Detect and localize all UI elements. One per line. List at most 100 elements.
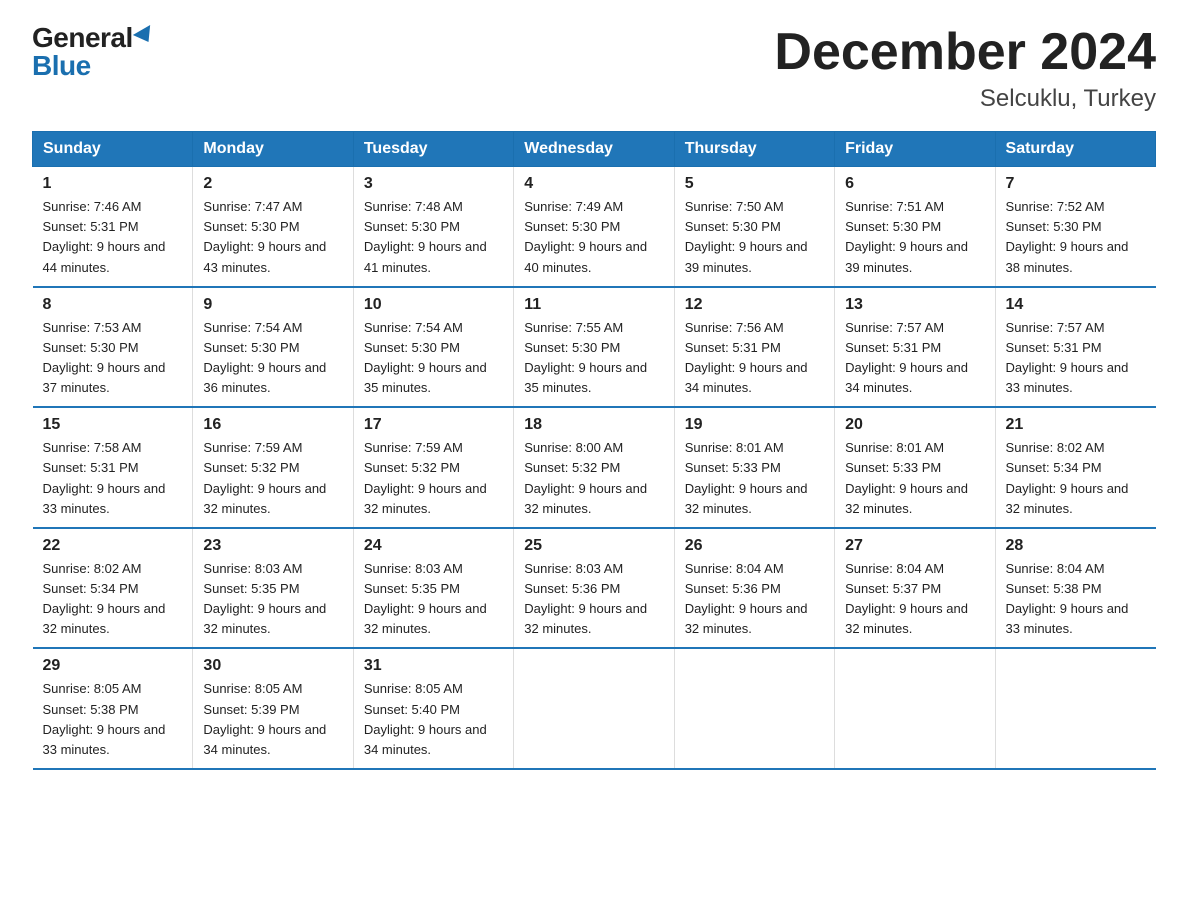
day-info: Sunrise: 7:54 AMSunset: 5:30 PMDaylight:… [203,318,342,399]
table-cell: 13 Sunrise: 7:57 AMSunset: 5:31 PMDaylig… [835,287,995,408]
table-row: 1 Sunrise: 7:46 AMSunset: 5:31 PMDayligh… [33,167,1156,287]
table-cell: 7 Sunrise: 7:52 AMSunset: 5:30 PMDayligh… [995,167,1155,287]
table-cell [835,648,995,769]
day-number: 11 [524,296,663,314]
day-number: 6 [845,175,984,193]
table-cell: 1 Sunrise: 7:46 AMSunset: 5:31 PMDayligh… [33,167,193,287]
table-cell: 15 Sunrise: 7:58 AMSunset: 5:31 PMDaylig… [33,407,193,528]
day-info: Sunrise: 8:02 AMSunset: 5:34 PMDaylight:… [43,559,183,640]
day-number: 12 [685,296,824,314]
day-number: 28 [1006,537,1146,555]
day-number: 1 [43,175,183,193]
header-row: Sunday Monday Tuesday Wednesday Thursday… [33,132,1156,167]
col-saturday: Saturday [995,132,1155,167]
day-number: 20 [845,416,984,434]
day-number: 14 [1006,296,1146,314]
table-cell: 25 Sunrise: 8:03 AMSunset: 5:36 PMDaylig… [514,528,674,649]
table-cell: 22 Sunrise: 8:02 AMSunset: 5:34 PMDaylig… [33,528,193,649]
day-info: Sunrise: 7:57 AMSunset: 5:31 PMDaylight:… [1006,318,1146,399]
day-info: Sunrise: 7:49 AMSunset: 5:30 PMDaylight:… [524,197,663,278]
table-cell: 6 Sunrise: 7:51 AMSunset: 5:30 PMDayligh… [835,167,995,287]
table-cell: 19 Sunrise: 8:01 AMSunset: 5:33 PMDaylig… [674,407,834,528]
day-info: Sunrise: 7:46 AMSunset: 5:31 PMDaylight:… [43,197,183,278]
table-cell: 12 Sunrise: 7:56 AMSunset: 5:31 PMDaylig… [674,287,834,408]
day-number: 18 [524,416,663,434]
calendar-table: Sunday Monday Tuesday Wednesday Thursday… [32,131,1156,770]
day-number: 19 [685,416,824,434]
day-info: Sunrise: 8:05 AMSunset: 5:38 PMDaylight:… [43,679,183,760]
table-cell: 24 Sunrise: 8:03 AMSunset: 5:35 PMDaylig… [353,528,513,649]
table-row: 8 Sunrise: 7:53 AMSunset: 5:30 PMDayligh… [33,287,1156,408]
calendar-title: December 2024 [774,24,1156,81]
day-info: Sunrise: 7:48 AMSunset: 5:30 PMDaylight:… [364,197,503,278]
table-cell: 28 Sunrise: 8:04 AMSunset: 5:38 PMDaylig… [995,528,1155,649]
day-info: Sunrise: 7:52 AMSunset: 5:30 PMDaylight:… [1006,197,1146,278]
logo-blue-text: Blue [32,52,91,80]
title-block: December 2024 Selcuklu, Turkey [774,24,1156,113]
day-number: 4 [524,175,663,193]
table-cell: 3 Sunrise: 7:48 AMSunset: 5:30 PMDayligh… [353,167,513,287]
page-header: General Blue December 2024 Selcuklu, Tur… [32,24,1156,113]
table-cell: 27 Sunrise: 8:04 AMSunset: 5:37 PMDaylig… [835,528,995,649]
day-number: 22 [43,537,183,555]
day-info: Sunrise: 8:01 AMSunset: 5:33 PMDaylight:… [845,438,984,519]
table-cell: 4 Sunrise: 7:49 AMSunset: 5:30 PMDayligh… [514,167,674,287]
col-tuesday: Tuesday [353,132,513,167]
day-info: Sunrise: 7:59 AMSunset: 5:32 PMDaylight:… [203,438,342,519]
logo: General Blue [32,24,155,80]
table-cell: 21 Sunrise: 8:02 AMSunset: 5:34 PMDaylig… [995,407,1155,528]
table-row: 22 Sunrise: 8:02 AMSunset: 5:34 PMDaylig… [33,528,1156,649]
day-info: Sunrise: 8:03 AMSunset: 5:35 PMDaylight:… [203,559,342,640]
day-info: Sunrise: 8:00 AMSunset: 5:32 PMDaylight:… [524,438,663,519]
col-sunday: Sunday [33,132,193,167]
day-info: Sunrise: 8:04 AMSunset: 5:37 PMDaylight:… [845,559,984,640]
day-info: Sunrise: 8:02 AMSunset: 5:34 PMDaylight:… [1006,438,1146,519]
table-cell: 23 Sunrise: 8:03 AMSunset: 5:35 PMDaylig… [193,528,353,649]
calendar-header: Sunday Monday Tuesday Wednesday Thursday… [33,132,1156,167]
day-number: 30 [203,657,342,675]
day-number: 10 [364,296,503,314]
table-cell: 30 Sunrise: 8:05 AMSunset: 5:39 PMDaylig… [193,648,353,769]
day-info: Sunrise: 7:50 AMSunset: 5:30 PMDaylight:… [685,197,824,278]
col-monday: Monday [193,132,353,167]
calendar-subtitle: Selcuklu, Turkey [774,85,1156,113]
day-info: Sunrise: 8:03 AMSunset: 5:35 PMDaylight:… [364,559,503,640]
day-number: 27 [845,537,984,555]
day-info: Sunrise: 7:59 AMSunset: 5:32 PMDaylight:… [364,438,503,519]
logo-triangle-icon [133,25,157,47]
table-cell: 18 Sunrise: 8:00 AMSunset: 5:32 PMDaylig… [514,407,674,528]
table-cell: 20 Sunrise: 8:01 AMSunset: 5:33 PMDaylig… [835,407,995,528]
table-cell: 26 Sunrise: 8:04 AMSunset: 5:36 PMDaylig… [674,528,834,649]
day-number: 26 [685,537,824,555]
day-number: 23 [203,537,342,555]
day-info: Sunrise: 7:51 AMSunset: 5:30 PMDaylight:… [845,197,984,278]
table-cell: 9 Sunrise: 7:54 AMSunset: 5:30 PMDayligh… [193,287,353,408]
day-info: Sunrise: 7:56 AMSunset: 5:31 PMDaylight:… [685,318,824,399]
col-wednesday: Wednesday [514,132,674,167]
table-cell: 2 Sunrise: 7:47 AMSunset: 5:30 PMDayligh… [193,167,353,287]
col-friday: Friday [835,132,995,167]
table-cell: 11 Sunrise: 7:55 AMSunset: 5:30 PMDaylig… [514,287,674,408]
logo-general-text: General [32,24,133,52]
day-number: 25 [524,537,663,555]
day-info: Sunrise: 8:03 AMSunset: 5:36 PMDaylight:… [524,559,663,640]
day-info: Sunrise: 7:58 AMSunset: 5:31 PMDaylight:… [43,438,183,519]
table-row: 29 Sunrise: 8:05 AMSunset: 5:38 PMDaylig… [33,648,1156,769]
day-info: Sunrise: 8:05 AMSunset: 5:39 PMDaylight:… [203,679,342,760]
day-number: 9 [203,296,342,314]
table-cell: 5 Sunrise: 7:50 AMSunset: 5:30 PMDayligh… [674,167,834,287]
col-thursday: Thursday [674,132,834,167]
table-cell [674,648,834,769]
calendar-body: 1 Sunrise: 7:46 AMSunset: 5:31 PMDayligh… [33,167,1156,769]
day-number: 17 [364,416,503,434]
table-cell: 31 Sunrise: 8:05 AMSunset: 5:40 PMDaylig… [353,648,513,769]
day-number: 21 [1006,416,1146,434]
table-cell [514,648,674,769]
day-number: 8 [43,296,183,314]
day-info: Sunrise: 8:04 AMSunset: 5:38 PMDaylight:… [1006,559,1146,640]
day-info: Sunrise: 8:05 AMSunset: 5:40 PMDaylight:… [364,679,503,760]
day-info: Sunrise: 8:04 AMSunset: 5:36 PMDaylight:… [685,559,824,640]
day-info: Sunrise: 7:53 AMSunset: 5:30 PMDaylight:… [43,318,183,399]
table-cell: 10 Sunrise: 7:54 AMSunset: 5:30 PMDaylig… [353,287,513,408]
day-number: 3 [364,175,503,193]
